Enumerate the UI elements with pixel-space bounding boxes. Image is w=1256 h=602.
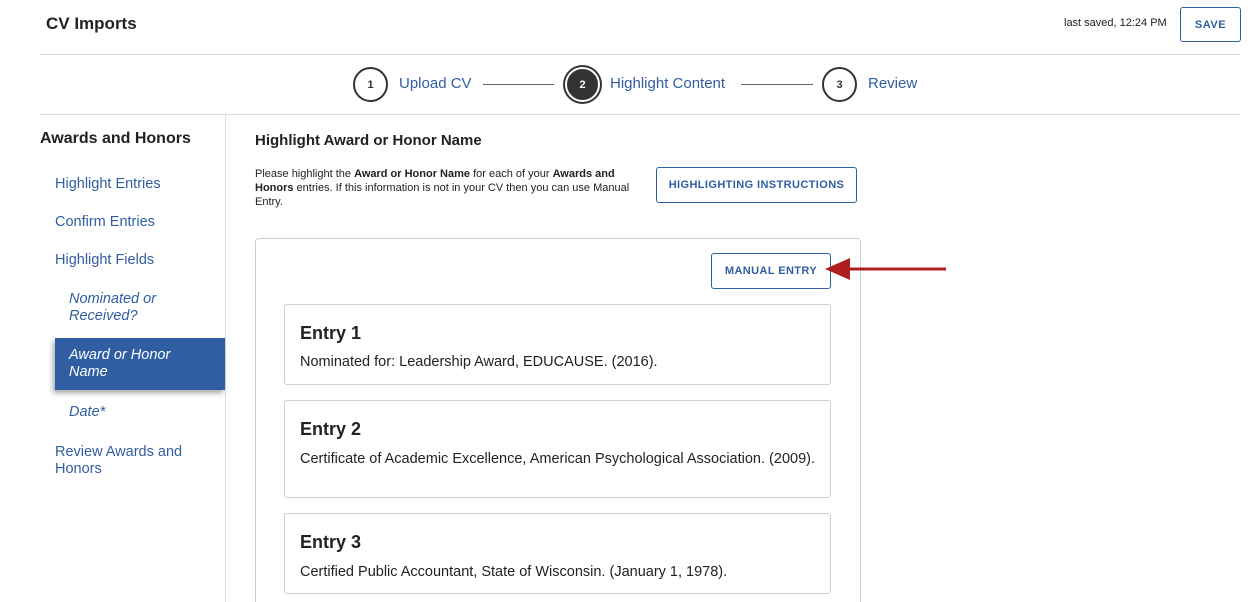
entry-card-3[interactable]: Entry 3 Certified Public Accountant, Sta…: [284, 513, 831, 594]
step-2-label[interactable]: Highlight Content: [610, 75, 725, 92]
page-title: CV Imports: [46, 14, 137, 33]
instruction-part: Please highlight the: [255, 168, 355, 180]
entry-card-1[interactable]: Entry 1 Nominated for: Leadership Award,…: [284, 304, 831, 385]
sidebar-divider: [225, 115, 226, 602]
red-arrow-annotation: [825, 258, 946, 280]
save-button[interactable]: SAVE: [1180, 7, 1241, 42]
step-1-label[interactable]: Upload CV: [399, 75, 472, 92]
instruction-bold: Award or Honor Name: [354, 168, 471, 180]
stepper-divider: [40, 114, 1241, 115]
step-connector: [741, 84, 813, 85]
entry-title: Entry 1: [300, 323, 362, 343]
manual-entry-button[interactable]: MANUAL ENTRY: [711, 253, 831, 289]
entry-text: Nominated for: Leadership Award, EDUCAUS…: [300, 354, 658, 370]
entry-card-2[interactable]: Entry 2 Certificate of Academic Excellen…: [284, 400, 831, 498]
last-saved-status: last saved, 12:24 PM: [1064, 17, 1167, 29]
sidebar-item-review-awards-and-honors[interactable]: Review Awards and Honors: [55, 444, 205, 478]
sidebar-item-confirm-entries[interactable]: Confirm Entries: [55, 214, 155, 231]
step-connector: [483, 84, 554, 85]
sidebar-item-award-or-honor-name[interactable]: Award or Honor Name: [55, 338, 225, 390]
step-2-circle[interactable]: 2: [565, 67, 600, 102]
entry-text: Certificate of Academic Excellence, Amer…: [300, 451, 815, 467]
entry-text: Certified Public Accountant, State of Wi…: [300, 564, 728, 580]
sidebar-item-highlight-entries[interactable]: Highlight Entries: [55, 176, 161, 193]
sidebar-heading: Awards and Honors: [40, 130, 191, 147]
sidebar-item-label: Award or Honor Name: [69, 347, 171, 380]
step-3-label[interactable]: Review: [868, 75, 917, 92]
header-divider: [40, 54, 1241, 55]
step-3-circle[interactable]: 3: [822, 67, 857, 102]
sidebar-item-highlight-fields[interactable]: Highlight Fields: [55, 252, 154, 269]
sidebar-item-date[interactable]: Date*: [69, 404, 209, 421]
sidebar-item-nominated-or-received[interactable]: Nominated or Received?: [69, 291, 189, 325]
step-1-circle[interactable]: 1: [353, 67, 388, 102]
instruction-part: entries. If this information is not in y…: [255, 182, 630, 208]
entry-title: Entry 2: [300, 419, 362, 439]
entry-title: Entry 3: [300, 532, 362, 552]
instruction-part: for each of your: [470, 168, 553, 180]
instruction-text: Please highlight the Award or Honor Name…: [255, 167, 645, 209]
section-heading: Highlight Award or Honor Name: [255, 132, 482, 149]
highlighting-instructions-button[interactable]: HIGHLIGHTING INSTRUCTIONS: [656, 167, 857, 203]
